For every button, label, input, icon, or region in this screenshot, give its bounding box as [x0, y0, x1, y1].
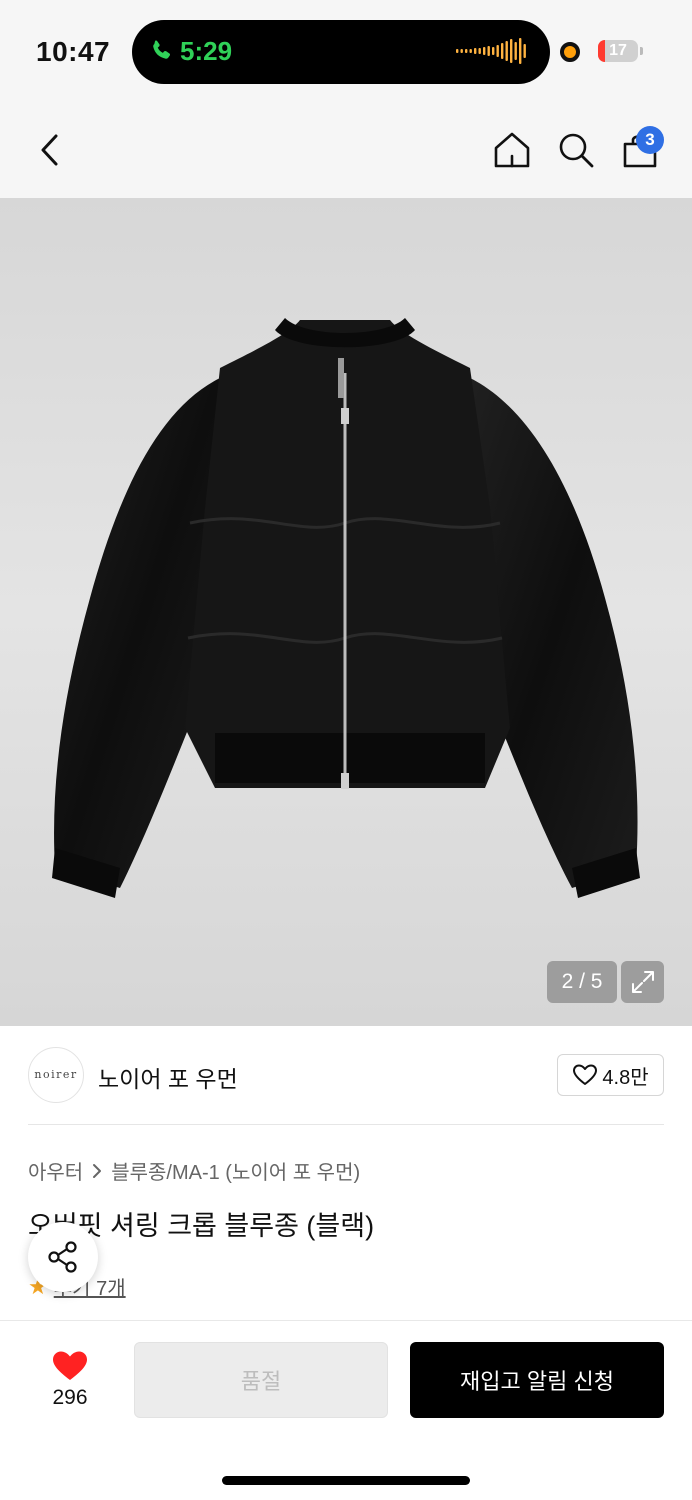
brand-logo-text: noirer	[34, 1068, 78, 1081]
back-button[interactable]	[28, 128, 72, 172]
share-button[interactable]	[28, 1222, 98, 1292]
battery-tip	[640, 47, 643, 55]
product-image-gallery[interactable]	[0, 198, 692, 1026]
wishlist-count: 296	[52, 1386, 88, 1409]
cart-count-badge: 3	[636, 126, 664, 154]
heart-outline-icon	[573, 1064, 598, 1085]
image-counter: 2 / 5	[547, 961, 617, 1003]
expand-icon	[631, 971, 654, 993]
breadcrumb-subcategory[interactable]: 블루종/MA-1 (노이어 포 우먼)	[111, 1156, 360, 1185]
status-time: 10:47	[36, 36, 111, 67]
brand-logo[interactable]: noirer	[28, 1047, 84, 1103]
chevron-right-icon	[93, 1163, 102, 1178]
chevron-left-icon	[41, 134, 58, 166]
wishlist-button[interactable]: 296	[28, 1340, 112, 1420]
breadcrumb: 아우터 블루종/MA-1 (노이어 포 우먼)	[28, 1156, 360, 1185]
phone-icon	[153, 40, 171, 59]
call-duration: 5:29	[180, 36, 233, 66]
restock-alert-button[interactable]: 재입고 알림 신청	[410, 1342, 664, 1418]
sold-out-button: 품절	[134, 1342, 388, 1418]
brand-name[interactable]: 노이어 포 우먼	[98, 1060, 238, 1094]
search-icon	[559, 133, 594, 168]
brand-like-count: 4.8만	[602, 1066, 649, 1089]
search-button[interactable]	[554, 128, 598, 172]
recording-indicator	[560, 42, 580, 62]
heart-filled-icon	[53, 1351, 87, 1380]
divider	[28, 1124, 664, 1125]
share-icon	[48, 1241, 77, 1273]
breadcrumb-category[interactable]: 아우터	[28, 1156, 83, 1185]
home-indicator[interactable]	[222, 1476, 470, 1485]
brand-like-button[interactable]: 4.8만	[557, 1054, 664, 1096]
battery-icon: 17	[598, 40, 638, 62]
expand-image-button[interactable]	[621, 961, 664, 1003]
home-icon	[494, 132, 530, 168]
battery-level: 17	[609, 42, 627, 59]
audio-wave-icon	[456, 38, 526, 64]
product-photo	[52, 318, 640, 898]
home-button[interactable]	[490, 128, 534, 172]
